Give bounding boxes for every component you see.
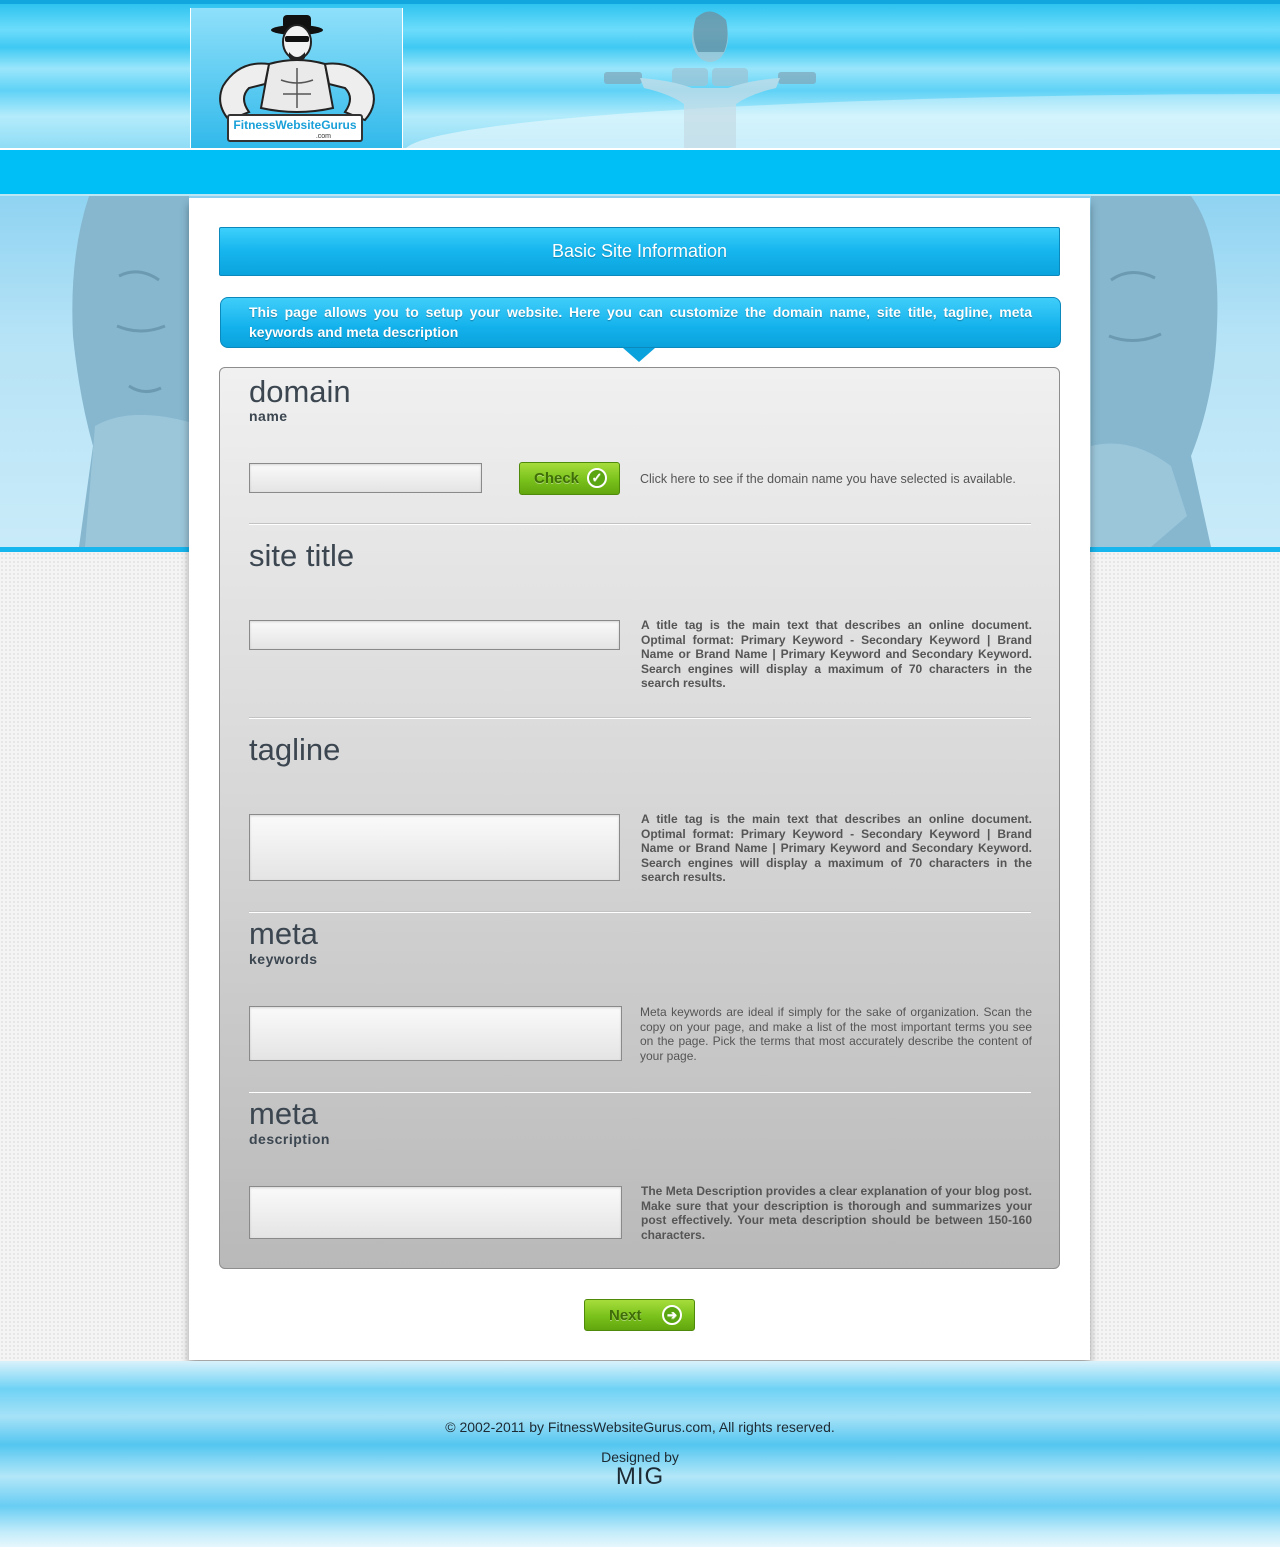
logo-plate: FitnessWebsiteGurus .com: [227, 114, 363, 142]
tagline-help-text: A title tag is the main text that descri…: [641, 812, 1032, 884]
site-title-help-text: A title tag is the main text that descri…: [641, 618, 1032, 690]
section-divider: [249, 523, 1031, 525]
woman-with-dumbbells-image: [604, 11, 816, 152]
logo-brand: FitnessWebsiteGurus: [233, 118, 357, 132]
designer-name: MIG: [615, 1463, 665, 1490]
section-divider: [249, 717, 1031, 719]
nav-bar: [0, 148, 1280, 196]
header-wave: [404, 94, 1280, 152]
meta-keywords-section-subtitle: keywords: [249, 951, 318, 967]
check-button-label: Check: [534, 470, 580, 487]
meta-keywords-input[interactable]: [249, 1006, 622, 1061]
site-title-input[interactable]: [249, 620, 620, 650]
section-divider: [249, 1091, 1031, 1093]
main-content: Basic Site Information This page allows …: [189, 198, 1090, 1360]
footer: © 2002-2011 by FitnessWebsiteGurus.com, …: [0, 1361, 1280, 1547]
next-button[interactable]: Next ➔: [584, 1299, 695, 1331]
male-torso-left-image: [72, 196, 189, 547]
header: FitnessWebsiteGurus .com: [0, 0, 1280, 152]
domain-section-title: domain: [249, 374, 351, 409]
section-divider: [249, 911, 1031, 913]
page-title: Basic Site Information: [219, 227, 1060, 276]
meta-keywords-section-title: meta: [249, 916, 318, 951]
next-button-label: Next: [609, 1307, 642, 1324]
meta-keywords-help-text: Meta keywords are ideal if simply for th…: [640, 1005, 1032, 1063]
logo-tld: .com: [315, 133, 331, 140]
check-domain-button[interactable]: Check ✓: [519, 462, 620, 495]
tagline-input[interactable]: [249, 814, 620, 881]
tagline-section-title: tagline: [249, 732, 341, 767]
male-torso-right-image: [1091, 196, 1218, 547]
intro-callout: This page allows you to setup your websi…: [220, 297, 1061, 348]
meta-description-section-title: meta: [249, 1096, 318, 1131]
meta-description-help-text: The Meta Description provides a clear ex…: [641, 1184, 1032, 1242]
meta-description-section-subtitle: description: [249, 1131, 330, 1147]
domain-section-subtitle: name: [249, 408, 288, 424]
copyright-text: © 2002-2011 by FitnessWebsiteGurus.com, …: [445, 1419, 835, 1435]
site-logo[interactable]: FitnessWebsiteGurus .com: [190, 8, 403, 152]
meta-description-input[interactable]: [249, 1186, 622, 1239]
domain-help-text: Click here to see if the domain name you…: [640, 472, 1016, 486]
bodybuilder-mascot-icon: [219, 15, 375, 122]
callout-pointer: [623, 348, 655, 362]
arrow-right-icon: ➔: [662, 1305, 682, 1325]
site-info-form: domain name Check ✓ Click here to see if…: [219, 367, 1060, 1269]
checkmark-icon: ✓: [587, 468, 607, 488]
site-title-section-title: site title: [249, 538, 355, 573]
domain-name-input[interactable]: [249, 463, 482, 493]
